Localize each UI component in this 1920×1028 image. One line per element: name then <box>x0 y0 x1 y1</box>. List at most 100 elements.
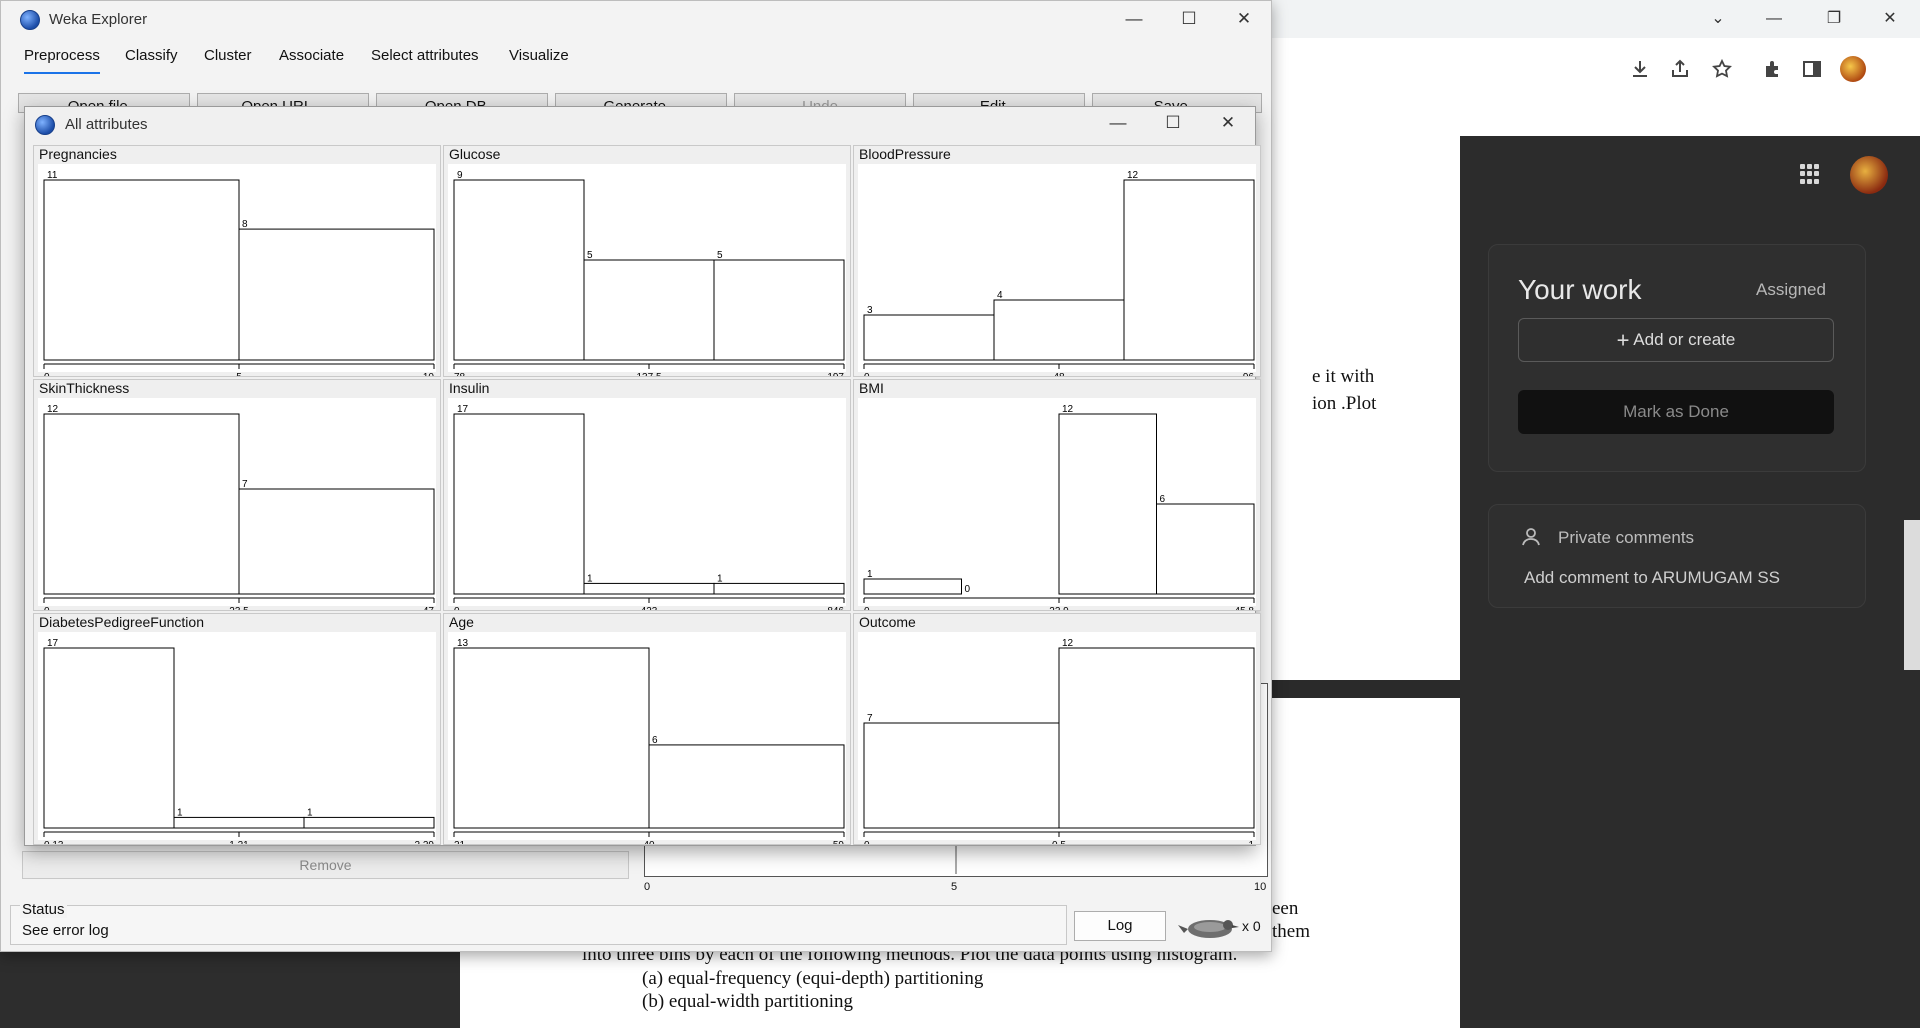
apps-grid-icon[interactable] <box>1800 164 1820 184</box>
download-icon[interactable] <box>1628 58 1652 82</box>
histogram-chart: 1 0 12 6 0 22.9 45.8 <box>858 398 1256 610</box>
log-button[interactable]: Log <box>1074 911 1166 941</box>
tab-visualize[interactable]: Visualize <box>509 47 569 64</box>
account-avatar[interactable] <box>1850 156 1888 194</box>
histogram-panel: Insulin17110423846 <box>443 379 851 611</box>
histogram-bar <box>453 179 585 361</box>
close-icon[interactable]: ✕ <box>1878 8 1902 30</box>
bar-count-label: 12 <box>1127 170 1139 181</box>
add-comment-link[interactable]: Add comment to ARUMUGAM SS <box>1524 568 1780 588</box>
star-icon[interactable] <box>1710 58 1734 82</box>
histogram-bar <box>863 722 1060 829</box>
bar-count-label: 12 <box>1062 638 1074 649</box>
tick-label: 2.29 <box>415 840 435 844</box>
doc-fragment: e it with <box>1312 366 1375 387</box>
tab-associate[interactable]: Associate <box>279 47 344 64</box>
histogram-bar <box>1058 413 1157 595</box>
tick-label: 0.5 <box>1052 840 1066 844</box>
restore-icon[interactable]: ❐ <box>1822 8 1846 30</box>
person-icon <box>1520 526 1542 551</box>
bar-count-label: 4 <box>997 290 1003 301</box>
tick-label: 10 <box>1254 881 1267 893</box>
bar-count-label: 0 <box>965 584 971 595</box>
tick-label: 23.5 <box>229 606 249 610</box>
tick-label: 0 <box>44 372 50 376</box>
dialog-title: All attributes <box>65 116 148 133</box>
tick-label: 1.21 <box>229 840 249 844</box>
tick-label: 1 <box>1248 840 1254 844</box>
tab-search-icon[interactable]: ⌄ <box>1706 8 1730 30</box>
doc-fragment: them <box>1272 921 1310 942</box>
histogram-panel: BloodPressure341204896 <box>853 145 1261 377</box>
sidebar-icon[interactable] <box>1800 58 1824 82</box>
bar-count-label: 13 <box>457 638 469 649</box>
histogram-bar <box>863 314 995 361</box>
task-count: x 0 <box>1242 918 1261 934</box>
close-icon[interactable]: ✕ <box>1229 4 1259 34</box>
tick-label: 59 <box>833 840 845 844</box>
tick-label: 0 <box>864 606 870 610</box>
mark-as-done-button[interactable]: Mark as Done <box>1518 390 1834 434</box>
your-work-title: Your work <box>1518 274 1642 305</box>
bar-count-label: 8 <box>242 219 248 230</box>
status-label: Status <box>20 901 67 918</box>
tick-label: 0.13 <box>44 840 64 844</box>
tick-label: 10 <box>423 372 435 376</box>
bar-count-label: 17 <box>47 638 59 649</box>
extensions-icon[interactable] <box>1760 58 1784 82</box>
maximize-icon[interactable]: ☐ <box>1158 108 1188 138</box>
tab-classify[interactable]: Classify <box>125 47 178 64</box>
status-panel: Status See error log <box>10 901 1067 945</box>
weka-logo-icon <box>20 10 40 30</box>
tick-label: 0 <box>644 881 651 893</box>
histogram-bar <box>453 413 585 595</box>
remove-button[interactable]: Remove <box>22 851 629 879</box>
share-icon[interactable] <box>1668 58 1692 82</box>
bar-count-label: 17 <box>457 404 469 415</box>
histogram-bar <box>1058 647 1255 829</box>
doc-fragment: ion .Plot <box>1312 393 1377 414</box>
bar-count-label: 1 <box>867 569 873 580</box>
scrollbar-thumb[interactable] <box>1904 520 1920 670</box>
bar-count-label: 1 <box>307 807 313 818</box>
desktop-background <box>0 948 460 1028</box>
add-or-create-label: Add or create <box>1633 330 1736 349</box>
histogram-bar <box>1123 179 1255 361</box>
tick-label: 48 <box>1053 372 1065 376</box>
histogram-bar <box>238 228 435 361</box>
tab-cluster[interactable]: Cluster <box>204 47 252 64</box>
tab-select-attributes[interactable]: Select attributes <box>371 47 479 64</box>
add-or-create-button[interactable]: + Add or create <box>1518 318 1834 362</box>
close-icon[interactable]: ✕ <box>1213 108 1243 138</box>
bar-count-label: 1 <box>177 807 183 818</box>
weka-bird-icon <box>1176 913 1240 946</box>
bar-count-label: 1 <box>587 573 593 584</box>
histogram-bar <box>713 259 845 361</box>
histogram-bar <box>583 259 715 361</box>
histogram-chart: 11 8 0 5 10 <box>38 164 436 376</box>
bar-count-label: 12 <box>47 404 59 415</box>
histogram-panel: Glucose95578137.5197 <box>443 145 851 377</box>
histogram-bar <box>583 582 715 595</box>
histogram-chart: 9 5 5 78 137.5 197 <box>448 164 846 376</box>
status-badge: Assigned <box>1756 280 1826 299</box>
doc-fragment: een <box>1272 898 1299 919</box>
maximize-icon[interactable]: ☐ <box>1174 4 1204 34</box>
histogram-chart: 17 1 1 0.13 1.21 2.29 <box>38 632 436 844</box>
histogram-chart: 13 6 21 40 59 <box>448 632 846 844</box>
tab-preprocess[interactable]: Preprocess <box>24 47 100 74</box>
histogram-bar <box>453 647 650 829</box>
tick-label: 0 <box>864 372 870 376</box>
tick-label: 423 <box>641 606 658 610</box>
window-title: Weka Explorer <box>49 11 148 28</box>
histogram-bar <box>43 179 240 361</box>
bar-count-label: 6 <box>652 735 658 746</box>
minimize-icon[interactable]: — <box>1119 4 1149 34</box>
minimize-icon[interactable]: — <box>1762 8 1786 30</box>
tick-label: 0 <box>44 606 50 610</box>
tick-label: 78 <box>454 372 466 376</box>
tick-label: 96 <box>1243 372 1255 376</box>
profile-avatar[interactable] <box>1840 56 1866 82</box>
tick-label: 0 <box>454 606 460 610</box>
minimize-icon[interactable]: — <box>1103 108 1133 138</box>
